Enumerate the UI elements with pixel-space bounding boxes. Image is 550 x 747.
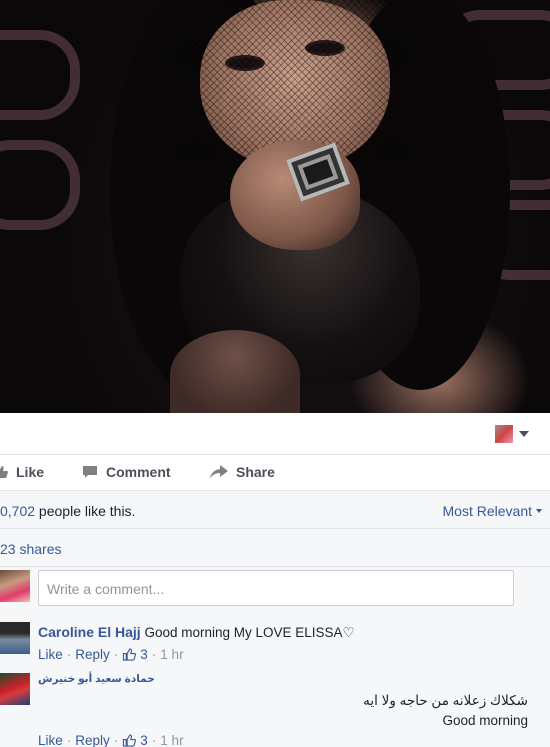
comment-body: Caroline El Hajj Good morning My LOVE EL… [38, 624, 355, 641]
like-label: Like [16, 464, 45, 480]
comment-like-link[interactable]: Like [38, 647, 63, 662]
shares-link[interactable]: 23 shares [0, 541, 61, 557]
veil [170, 0, 420, 160]
comment-time[interactable]: 1 hr [160, 733, 183, 747]
comment-like-link[interactable]: Like [38, 733, 63, 747]
comment-item: Caroline El Hajj Good morning My LOVE EL… [0, 621, 550, 671]
comment-meta: Like · Reply · 3 · 1 hr [38, 733, 184, 747]
like-count-icon [123, 648, 137, 661]
comment-text-line2: Good morning [442, 713, 528, 728]
likes-summary[interactable]: 0,702 people like this. [0, 503, 135, 519]
comment-button[interactable]: Comment [82, 464, 171, 480]
post-reaction-strip [0, 413, 550, 455]
comment-author[interactable]: Caroline El Hajj [38, 624, 141, 640]
comment-text-line1: شكلاك زعلانه من حاجه ولا ايه [363, 693, 528, 708]
comment-placeholder: Write a comment... [47, 581, 165, 597]
comment-text: Good morning My LOVE ELISSA♡ [144, 625, 355, 640]
comment-reply-link[interactable]: Reply [75, 647, 110, 662]
post-photo[interactable] [0, 0, 550, 413]
comment-time[interactable]: 1 hr [160, 647, 183, 662]
avatar[interactable] [0, 622, 30, 654]
like-count-icon [123, 734, 137, 747]
shares-row: 23 shares [0, 529, 550, 567]
comment-input[interactable]: Write a comment... [38, 570, 514, 606]
separator-dot: · [66, 733, 72, 747]
avatar[interactable] [0, 570, 30, 602]
avatar-thumb-icon [495, 425, 513, 443]
separator-dot: · [151, 647, 157, 662]
comments-section: 0,702 people like this. Most Relevant 23… [0, 491, 550, 747]
shoulder [170, 330, 300, 413]
comment-label: Comment [106, 464, 171, 480]
separator-dot: · [66, 647, 72, 662]
comment-meta: Like · Reply · 3 · 1 hr [38, 647, 184, 662]
share-arrow-icon [210, 465, 228, 479]
like-button[interactable]: Like [0, 464, 44, 480]
comment-composer: Write a comment... [0, 567, 550, 613]
avatar[interactable] [0, 673, 30, 705]
separator-dot: · [113, 647, 119, 662]
comment-reply-link[interactable]: Reply [75, 733, 110, 747]
comment-reaction-count[interactable]: 3 [140, 733, 148, 747]
likes-summary-row: 0,702 people like this. Most Relevant [0, 491, 550, 529]
comment-icon [83, 466, 97, 478]
post-action-bar: Like Comment Share [0, 455, 550, 491]
comment-reaction-count[interactable]: 3 [140, 647, 148, 662]
comment-item: حمادة سعيد أبو خنيرش شكلاك زعلانه من حاج… [0, 667, 550, 747]
comment-author[interactable]: حمادة سعيد أبو خنيرش [38, 673, 155, 685]
share-label: Share [236, 464, 275, 480]
thumbs-up-icon [0, 466, 8, 478]
caret-down-icon [536, 509, 542, 513]
actor-selector[interactable] [495, 425, 529, 443]
chevron-down-icon [519, 431, 529, 437]
theater-seat [0, 140, 80, 230]
sort-label: Most Relevant [442, 503, 532, 519]
separator-dot: · [113, 733, 119, 747]
likes-suffix: people like this. [35, 503, 136, 519]
separator-dot: · [151, 733, 157, 747]
share-button[interactable]: Share [210, 464, 275, 480]
sort-dropdown[interactable]: Most Relevant [443, 503, 542, 519]
likes-count[interactable]: 0,702 [0, 503, 35, 519]
theater-seat [0, 30, 80, 120]
